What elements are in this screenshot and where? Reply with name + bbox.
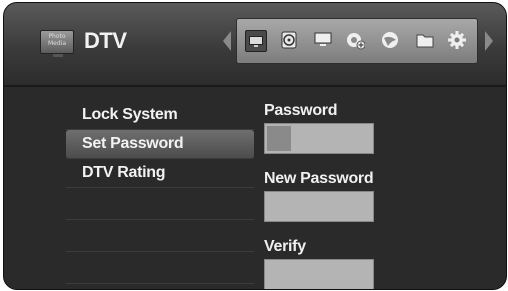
page-title: DTV bbox=[84, 28, 127, 53]
input-cursor bbox=[267, 126, 291, 151]
scroll-right-arrow-icon[interactable] bbox=[485, 31, 493, 51]
logo-text: Photo Media bbox=[47, 33, 67, 47]
scroll-left-arrow-icon[interactable] bbox=[223, 31, 231, 51]
gear-icon[interactable] bbox=[447, 30, 467, 50]
screen: Photo Media DTV Lock System Set Password… bbox=[0, 0, 508, 291]
sidebar-empty-row bbox=[66, 252, 254, 284]
password-form: Password New Password Verify bbox=[264, 99, 384, 289]
sidebar-empty-row bbox=[66, 188, 254, 220]
tv-icon[interactable] bbox=[245, 30, 267, 52]
sidebar-item-lock-system[interactable]: Lock System bbox=[66, 101, 254, 130]
password-label: Password bbox=[264, 102, 338, 119]
sidebar-empty-row bbox=[66, 220, 254, 252]
tv-menu-frame: Photo Media DTV Lock System Set Password… bbox=[3, 2, 507, 290]
password-field[interactable] bbox=[264, 123, 374, 154]
sidebar-item-dtv-rating[interactable]: DTV Rating bbox=[66, 159, 254, 188]
disc-icon[interactable] bbox=[279, 30, 299, 50]
verify-field[interactable] bbox=[264, 259, 374, 289]
dtv-app-icon: Photo Media bbox=[40, 30, 74, 57]
folder-icon[interactable] bbox=[415, 30, 435, 50]
new-password-field[interactable] bbox=[264, 191, 374, 222]
settings-plus-icon[interactable] bbox=[345, 30, 365, 50]
globe-icon[interactable] bbox=[380, 30, 400, 50]
tv-stand-icon bbox=[53, 54, 63, 57]
monitor-icon[interactable] bbox=[313, 30, 333, 50]
category-icon-bar bbox=[236, 18, 478, 64]
new-password-label: New Password bbox=[264, 170, 374, 187]
settings-sidebar: Lock System Set Password DTV Rating bbox=[66, 101, 254, 284]
top-bar: Photo Media DTV bbox=[4, 3, 506, 87]
sidebar-item-set-password[interactable]: Set Password bbox=[66, 130, 254, 159]
verify-label: Verify bbox=[264, 238, 306, 255]
